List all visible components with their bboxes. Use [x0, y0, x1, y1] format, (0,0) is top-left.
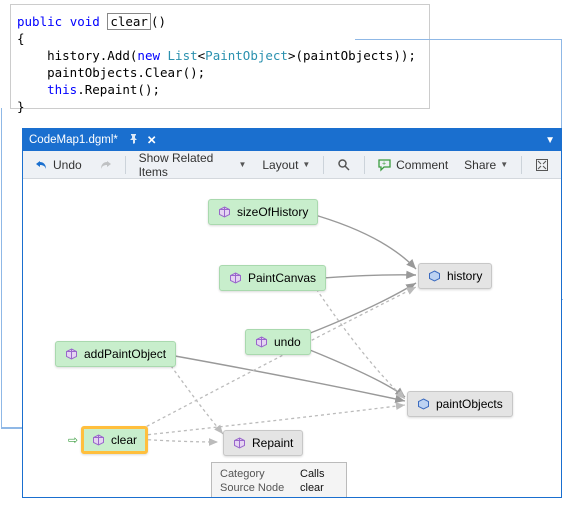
tab-title: CodeMap1.dgml* [29, 134, 118, 146]
method-icon [218, 206, 231, 219]
chevron-down-icon: ▼ [500, 160, 508, 169]
method-icon [255, 336, 268, 349]
find-button[interactable] [331, 155, 357, 175]
comment-icon: + [378, 158, 392, 172]
search-icon [337, 158, 351, 172]
chevron-down-icon: ▼ [302, 160, 310, 169]
method-icon [233, 437, 246, 450]
graph-canvas[interactable]: sizeOfHistory PaintCanvas addPaintObject… [23, 179, 561, 497]
node-history[interactable]: history [418, 263, 492, 289]
show-related-button[interactable]: Show Related Items ▼ [133, 148, 253, 182]
node-repaint[interactable]: Repaint [223, 430, 303, 456]
method-icon [92, 434, 105, 447]
field-icon [428, 270, 441, 283]
method-icon [65, 348, 78, 361]
entry-arrow-icon: ⇨ [68, 433, 78, 447]
pin-icon[interactable] [128, 133, 139, 147]
title-bar[interactable]: CodeMap1.dgml* ✕ ▼ [23, 129, 561, 151]
undo-button[interactable]: Undo [29, 155, 88, 175]
toolbar: Undo Show Related Items ▼ Layout ▼ + Com… [23, 151, 561, 179]
svg-text:+: + [382, 160, 386, 167]
undo-icon [35, 158, 49, 172]
chevron-down-icon: ▼ [238, 160, 246, 169]
window-menu-icon[interactable]: ▼ [545, 135, 555, 146]
close-icon[interactable]: ✕ [147, 133, 157, 147]
fit-to-screen-icon [535, 158, 549, 172]
codemap-window: CodeMap1.dgml* ✕ ▼ Undo Show Related Ite… [22, 128, 562, 498]
node-undo[interactable]: undo [245, 329, 311, 355]
method-name-highlight: clear [107, 13, 151, 30]
redo-icon [98, 158, 112, 172]
edge-tooltip: CategoryCalls Source Nodeclear Target No… [211, 462, 347, 497]
node-sizeofhistory[interactable]: sizeOfHistory [208, 199, 318, 225]
fit-button[interactable] [529, 155, 555, 175]
share-button[interactable]: Share ▼ [458, 155, 514, 175]
node-addpaintobject[interactable]: addPaintObject [55, 341, 176, 367]
node-paintcanvas[interactable]: PaintCanvas [219, 265, 326, 291]
comment-button[interactable]: + Comment [372, 155, 454, 175]
layout-button[interactable]: Layout ▼ [256, 155, 316, 175]
code-editor[interactable]: public void clear() { history.Add(new Li… [10, 4, 430, 109]
node-clear[interactable]: ⇨ clear [81, 426, 148, 454]
redo-button[interactable] [92, 155, 118, 175]
field-icon [417, 398, 430, 411]
node-paintobjects[interactable]: paintObjects [407, 391, 513, 417]
method-icon [229, 272, 242, 285]
